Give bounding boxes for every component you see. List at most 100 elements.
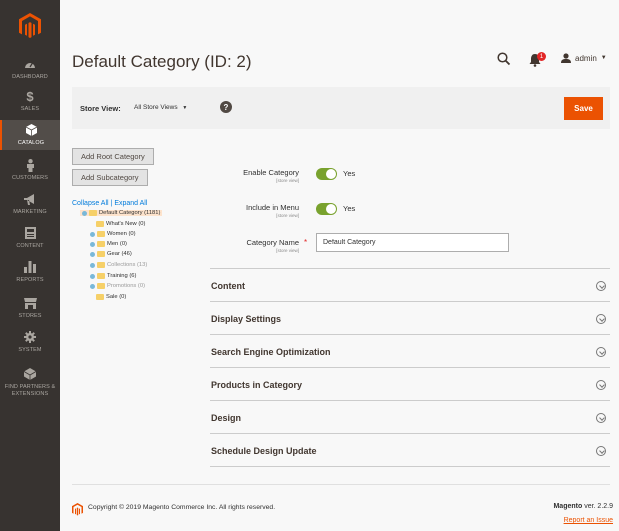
include-in-menu-scope: [store view] [276,213,299,218]
nav-marketing[interactable]: MARKETING [0,190,60,218]
user-name: admin [575,53,597,63]
version-info: Magento ver. 2.2.9 [553,503,613,510]
folder-icon [89,210,97,216]
content-icon [22,226,38,240]
store-view-label: Store View: [80,104,121,113]
section-title: Design [211,413,242,423]
partners-icon [22,367,38,381]
section-title: Content [211,281,245,291]
section-title: Display Settings [211,314,282,324]
chevron-down-icon [596,281,606,291]
nav-dashboard[interactable]: DASHBOARD [0,56,60,82]
folder-icon [96,294,104,300]
gear-icon [22,330,38,344]
section-display-settings[interactable]: Display Settings [210,301,610,334]
nav-marketing-label: MARKETING [13,209,47,215]
magento-footer-logo-icon [72,503,83,521]
expand-all-link[interactable]: Expand All [114,200,147,207]
folder-icon [97,262,105,268]
nav-catalog-label: CATALOG [17,140,45,146]
tree-node-promotions[interactable]: Promotions (0) [90,283,145,289]
add-subcategory-button[interactable]: Add Subcategory [72,169,148,186]
tree-node-sale[interactable]: Sale (0) [96,294,126,300]
required-asterisk: * [304,238,308,247]
megaphone-icon [22,192,38,206]
copyright-text: Copyright © 2019 Magento Commerce Inc. A… [88,504,276,511]
store-icon [22,296,38,310]
tree-node-whats-new[interactable]: What's New (0) [96,221,145,227]
nav-partners[interactable]: FIND PARTNERS & EXTENSIONS [0,364,60,400]
tree-node-gear[interactable]: Gear (46) [90,251,132,257]
enable-category-label: Enable Category [243,168,299,177]
section-content[interactable]: Content [210,268,610,301]
chevron-down-icon [596,380,606,390]
section-design[interactable]: Design [210,400,610,433]
tree-link-separator: | [110,200,113,207]
help-icon[interactable]: ? [220,101,232,113]
search-icon[interactable] [497,52,511,66]
folder-icon [96,221,104,227]
nav-customers-label: CUSTOMERS [12,175,48,181]
caret-down-icon: ▼ [600,55,607,61]
category-name-scope: [store view] [276,248,299,253]
chevron-down-icon [596,446,606,456]
nav-content[interactable]: CONTENT [0,224,60,252]
nav-sales[interactable]: $ SALES [0,88,60,114]
footer-divider [72,484,610,485]
tree-node-default-category[interactable]: Default Category (1181) [80,210,163,216]
cube-icon [23,123,39,137]
nav-partners-label: FIND PARTNERS & EXTENSIONS [4,383,56,397]
save-button[interactable]: Save [564,97,603,120]
nav-reports-label: REPORTS [16,277,44,283]
enable-category-scope: [store view] [276,178,299,183]
admin-sidebar: DASHBOARD $ SALES CATALOG CUSTOMERS MARK… [0,0,60,531]
magento-logo-icon[interactable] [0,0,60,52]
nav-catalog[interactable]: CATALOG [0,120,60,150]
store-view-toolbar: Store View: All Store Views ▼ ? Save [72,87,610,129]
folder-icon [97,241,105,247]
chevron-down-icon [596,413,606,423]
chevron-down-icon [596,314,606,324]
include-in-menu-value: Yes [343,204,356,213]
nav-customers[interactable]: CUSTOMERS [0,156,60,184]
enable-category-toggle[interactable] [316,168,337,180]
expand-icon [90,241,95,247]
expand-icon [82,210,87,216]
category-name-input[interactable] [316,233,509,252]
nav-system[interactable]: SYSTEM [0,328,60,356]
include-in-menu-toggle[interactable] [316,203,337,215]
nav-reports[interactable]: REPORTS [0,258,60,286]
expand-icon [90,283,95,289]
report-issue-link[interactable]: Report an Issue [564,517,613,524]
nav-stores[interactable]: STORES [0,294,60,322]
expand-icon [90,251,95,257]
person-icon [22,158,38,172]
folder-icon [97,231,105,237]
nav-content-label: CONTENT [16,243,44,249]
expand-icon [90,262,95,268]
include-in-menu-label: Include in Menu [246,203,299,212]
user-menu[interactable]: admin ▼ [561,53,607,63]
tree-node-training[interactable]: Training (6) [90,273,136,279]
section-seo[interactable]: Search Engine Optimization [210,334,610,367]
enable-category-value: Yes [343,169,356,178]
bar-chart-icon [22,260,38,274]
section-title: Products in Category [211,380,303,390]
add-root-category-button[interactable]: Add Root Category [72,148,154,165]
page-title: Default Category (ID: 2) [72,52,252,71]
dashboard-icon [22,57,38,71]
store-view-value: All Store Views [134,104,178,111]
section-title: Schedule Design Update [211,446,317,456]
nav-stores-label: STORES [18,313,42,319]
caret-down-icon: ▼ [182,105,188,111]
section-schedule-design-update[interactable]: Schedule Design Update [210,433,610,466]
tree-node-collections[interactable]: Collections (13) [90,262,147,268]
collapse-all-link[interactable]: Collapse All [72,200,109,207]
tree-controls: Collapse All | Expand All [72,200,147,207]
tree-node-women[interactable]: Women (0) [90,231,136,237]
nav-dashboard-label: DASHBOARD [12,74,48,80]
expand-icon [90,231,95,237]
section-products-in-category[interactable]: Products in Category [210,367,610,400]
store-view-switcher[interactable]: All Store Views ▼ [134,104,187,111]
tree-node-men[interactable]: Men (0) [90,241,127,247]
